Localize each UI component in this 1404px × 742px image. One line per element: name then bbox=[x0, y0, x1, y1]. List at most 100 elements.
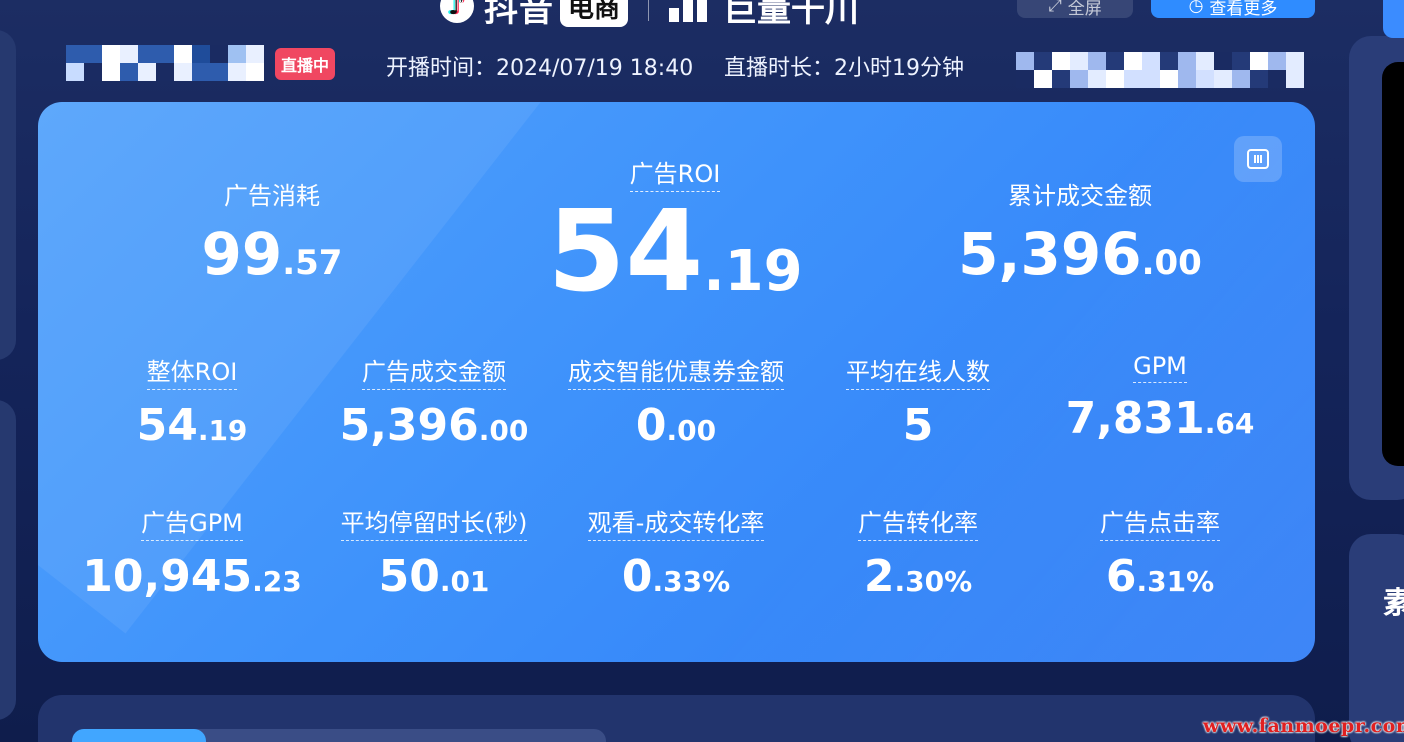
metric-value: 0.33% bbox=[621, 551, 731, 602]
mosaic-pixel bbox=[210, 45, 228, 63]
mosaic-pixel bbox=[1070, 70, 1088, 88]
metric-value: 10,945.23 bbox=[82, 551, 302, 602]
row1-metric: 整体ROI 54.19 bbox=[62, 352, 322, 448]
left-side-panel-bottom bbox=[0, 400, 16, 720]
mosaic-pixel bbox=[246, 63, 264, 81]
row2-metric: 广告点击率 6.31% bbox=[1030, 503, 1290, 599]
row1-metric: 广告成交金额 5,396.00 bbox=[304, 352, 564, 448]
mosaic-pixel bbox=[1034, 52, 1052, 70]
row2-metric: 广告转化率 2.30% bbox=[788, 503, 1048, 599]
mosaic-pixel bbox=[1052, 70, 1070, 88]
mosaic-pixel bbox=[1016, 52, 1034, 70]
mosaic-pixel bbox=[1232, 70, 1250, 88]
mosaic-pixel bbox=[1196, 70, 1214, 88]
row1-metric: GPM 7,831.64 bbox=[1030, 352, 1290, 441]
qianchuan-icon bbox=[669, 0, 713, 22]
column-settings-button[interactable] bbox=[1234, 136, 1282, 182]
watermark-text: www.fanmoepr.com bbox=[1203, 715, 1404, 737]
mosaic-pixel bbox=[1214, 70, 1232, 88]
fullscreen-button[interactable]: ⤢ 全屏 bbox=[1017, 0, 1133, 19]
mosaic-pixel bbox=[1196, 52, 1214, 70]
metric-value: 54.19 bbox=[136, 400, 248, 451]
mosaic-pixel bbox=[1088, 52, 1106, 70]
metric-value: 6.31% bbox=[1105, 551, 1215, 602]
metric-value: 5 bbox=[902, 400, 934, 451]
metric-ad-roi: 广告ROI 54.19 bbox=[525, 154, 825, 308]
mosaic-pixel bbox=[1124, 52, 1142, 70]
mosaic-pixel bbox=[1160, 52, 1178, 70]
mosaic-pixel bbox=[1286, 70, 1304, 88]
metric-label: GPM bbox=[1133, 352, 1187, 383]
metric-label: 成交智能优惠券金额 bbox=[568, 352, 784, 390]
mosaic-pixel bbox=[192, 63, 210, 81]
metric-value: 0.00 bbox=[635, 400, 717, 451]
metric-label: 整体ROI bbox=[146, 352, 238, 390]
circle-icon: ◷ bbox=[1188, 0, 1204, 16]
mosaic-pixel bbox=[1268, 70, 1286, 88]
mosaic-pixel bbox=[102, 63, 120, 81]
metric-value: 2.30% bbox=[863, 551, 973, 602]
metric-total-gmv: 累计成交金额 5,396.00 bbox=[930, 176, 1230, 283]
mosaic-pixel bbox=[1250, 70, 1268, 88]
top-right-button[interactable] bbox=[1383, 0, 1404, 38]
mosaic-pixel bbox=[1178, 52, 1196, 70]
mosaic-pixel bbox=[1286, 52, 1304, 70]
mosaic-pixel bbox=[102, 45, 120, 63]
row1-metric: 平均在线人数 5 bbox=[788, 352, 1048, 448]
mosaic-pixel bbox=[174, 63, 192, 81]
mosaic-pixel bbox=[1142, 52, 1160, 70]
mosaic-pixel bbox=[66, 63, 84, 81]
left-side-panel-top bbox=[0, 30, 16, 360]
mosaic-pixel bbox=[138, 63, 156, 81]
mosaic-pixel bbox=[1214, 52, 1232, 70]
mosaic-pixel bbox=[1250, 52, 1268, 70]
right-panel-title: 素 bbox=[1383, 586, 1404, 621]
metric-label: 累计成交金额 bbox=[1008, 182, 1152, 210]
mosaic-pixel bbox=[192, 45, 210, 63]
mosaic-pixel bbox=[1088, 70, 1106, 88]
metric-value: 5,396.00 bbox=[958, 220, 1202, 288]
live-duration: 直播时长：2小时19分钟 bbox=[724, 56, 964, 81]
mosaic-pixel bbox=[228, 63, 246, 81]
columns-icon bbox=[1247, 149, 1269, 169]
blurred-account-name bbox=[66, 45, 264, 81]
view-more-button-label: 查看更多 bbox=[1209, 0, 1278, 19]
mosaic-pixel bbox=[120, 63, 138, 81]
metric-label: 平均停留时长(秒) bbox=[340, 503, 528, 541]
mosaic-pixel bbox=[210, 63, 228, 81]
mosaic-pixel bbox=[1268, 52, 1286, 70]
logo-divider bbox=[648, 0, 650, 21]
mosaic-pixel bbox=[1142, 70, 1160, 88]
mosaic-pixel bbox=[1106, 52, 1124, 70]
mosaic-pixel bbox=[156, 63, 174, 81]
lower-tab-active[interactable] bbox=[72, 729, 206, 742]
metric-label: 广告转化率 bbox=[858, 503, 978, 541]
mosaic-pixel bbox=[156, 45, 174, 63]
metric-label: 观看-成交转化率 bbox=[587, 503, 765, 541]
metric-label: 广告GPM bbox=[141, 503, 243, 541]
live-status-badge: 直播中 bbox=[275, 48, 336, 80]
row2-metric: 广告GPM 10,945.23 bbox=[62, 503, 322, 599]
mosaic-pixel bbox=[84, 63, 102, 81]
metric-value: 5,396.00 bbox=[339, 400, 529, 451]
mosaic-pixel bbox=[84, 45, 102, 63]
expand-icon: ⤢ bbox=[1048, 0, 1062, 16]
mosaic-pixel bbox=[138, 45, 156, 63]
mosaic-pixel bbox=[174, 45, 192, 63]
row2-metric: 观看-成交转化率 0.33% bbox=[546, 503, 806, 599]
mosaic-pixel bbox=[120, 45, 138, 63]
metric-label: 广告点击率 bbox=[1100, 503, 1220, 541]
mosaic-pixel bbox=[1160, 70, 1178, 88]
mosaic-pixel bbox=[228, 45, 246, 63]
view-more-button[interactable]: ◷ 查看更多 bbox=[1151, 0, 1315, 19]
mosaic-pixel bbox=[1034, 70, 1052, 88]
blurred-account-info bbox=[1016, 52, 1304, 88]
mosaic-pixel bbox=[1016, 70, 1034, 88]
header-logo: 抖音 电商 巨量千川 bbox=[440, 0, 859, 30]
mosaic-pixel bbox=[1070, 52, 1088, 70]
right-side-panel-bottom bbox=[1349, 534, 1404, 742]
row1-metric: 成交智能优惠券金额 0.00 bbox=[546, 352, 806, 448]
live-video-preview[interactable] bbox=[1382, 62, 1404, 466]
metrics-card: 广告消耗 99.57 广告ROI 54.19 累计成交金额 5,396.00 整… bbox=[38, 102, 1315, 662]
metric-value: 7,831.64 bbox=[1065, 393, 1255, 444]
